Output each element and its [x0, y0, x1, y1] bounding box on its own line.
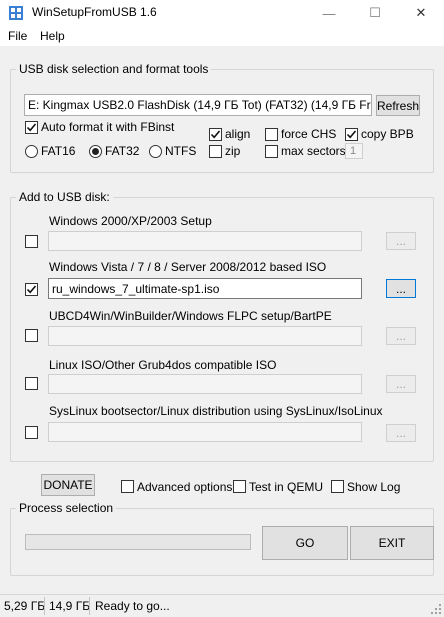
show-log-label: Show Log — [347, 480, 401, 494]
exit-button[interactable]: EXIT — [350, 526, 434, 560]
menu-file[interactable]: File — [8, 29, 27, 43]
align-label: align — [225, 127, 251, 141]
syslinux-browse-button[interactable]: ... — [386, 424, 416, 442]
menu-help[interactable]: Help — [40, 29, 65, 43]
menu-bar — [0, 26, 444, 46]
ubcd4win-label: UBCD4Win/WinBuilder/Windows FLPC setup/B… — [49, 309, 332, 323]
syslinux-path[interactable] — [48, 422, 362, 442]
max-sectors-checkbox[interactable] — [265, 145, 278, 158]
advanced-options-checkbox[interactable] — [121, 480, 134, 493]
minimize-button[interactable]: — — [306, 0, 352, 26]
windows-vista-browse-button[interactable]: ... — [386, 279, 416, 298]
maximize-button[interactable]: ☐ — [352, 0, 398, 26]
fat16-label: FAT16 — [41, 144, 76, 158]
window-title: WinSetupFromUSB 1.6 — [32, 5, 157, 19]
windows-vista-checkbox[interactable] — [25, 283, 38, 296]
resize-grip-icon[interactable] — [430, 603, 442, 615]
fat32-label: FAT32 — [105, 144, 140, 158]
status-message: Ready to go... — [95, 599, 170, 613]
ntfs-radio[interactable] — [149, 145, 162, 158]
zip-checkbox[interactable] — [209, 145, 222, 158]
windows-xp-checkbox[interactable] — [25, 235, 38, 248]
disk-select[interactable]: E: Kingmax USB2.0 FlashDisk (14,9 ГБ Tot… — [24, 94, 372, 116]
windows-vista-path[interactable]: ru_windows_7_ultimate-sp1.iso — [48, 278, 362, 299]
windows-vista-label: Windows Vista / 7 / 8 / Server 2008/2012… — [49, 260, 327, 274]
auto-format-label: Auto format it with FBinst — [41, 120, 175, 134]
ubcd4win-path[interactable] — [48, 326, 362, 346]
status-size-used: 5,29 ГБ — [4, 599, 46, 613]
fat32-radio[interactable] — [89, 145, 102, 158]
copy-bpb-checkbox[interactable] — [345, 128, 358, 141]
max-sectors-label: max sectors — [281, 144, 346, 158]
windows-xp-path[interactable] — [48, 231, 362, 251]
go-button[interactable]: GO — [262, 526, 348, 560]
donate-button[interactable]: DONATE — [41, 474, 95, 496]
checkmark-icon — [26, 285, 37, 294]
syslinux-label: SysLinux bootsector/Linux distribution u… — [49, 404, 383, 418]
show-log-checkbox[interactable] — [331, 480, 344, 493]
process-group-label: Process selection — [16, 501, 117, 515]
syslinux-checkbox[interactable] — [25, 426, 38, 439]
close-button[interactable]: ✕ — [398, 0, 444, 26]
force-chs-label: force CHS — [281, 127, 337, 141]
status-separator — [89, 597, 90, 615]
ubcd4win-checkbox[interactable] — [25, 329, 38, 342]
linux-iso-browse-button[interactable]: ... — [386, 375, 416, 393]
test-qemu-checkbox[interactable] — [233, 480, 246, 493]
status-separator — [44, 597, 45, 615]
test-qemu-label: Test in QEMU — [249, 480, 324, 494]
align-checkbox[interactable] — [209, 128, 222, 141]
checkmark-icon — [210, 130, 221, 139]
advanced-options-label: Advanced options — [137, 480, 233, 494]
ubcd4win-browse-button[interactable]: ... — [386, 327, 416, 345]
windows-xp-browse-button[interactable]: ... — [386, 232, 416, 250]
add-group-label: Add to USB disk: — [16, 190, 113, 204]
app-icon — [8, 5, 24, 21]
status-size-total: 14,9 ГБ — [49, 599, 91, 613]
refresh-button[interactable]: Refresh — [376, 95, 420, 116]
ntfs-label: NTFS — [165, 144, 197, 158]
zip-label: zip — [225, 144, 241, 158]
checkmark-icon — [346, 130, 357, 139]
auto-format-checkbox[interactable] — [25, 121, 38, 134]
progress-bar — [25, 534, 251, 550]
linux-iso-label: Linux ISO/Other Grub4dos compatible ISO — [49, 358, 277, 372]
usb-group-label: USB disk selection and format tools — [16, 62, 212, 76]
windows-xp-label: Windows 2000/XP/2003 Setup — [49, 214, 212, 228]
copy-bpb-label: copy BPB — [361, 127, 414, 141]
linux-iso-path[interactable] — [48, 374, 362, 394]
force-chs-checkbox[interactable] — [265, 128, 278, 141]
disk-select-value: E: Kingmax USB2.0 FlashDisk (14,9 ГБ Tot… — [28, 98, 372, 112]
linux-iso-checkbox[interactable] — [25, 377, 38, 390]
checkmark-icon — [26, 123, 37, 132]
max-sectors-input[interactable]: 1 — [345, 143, 363, 159]
fat16-radio[interactable] — [25, 145, 38, 158]
